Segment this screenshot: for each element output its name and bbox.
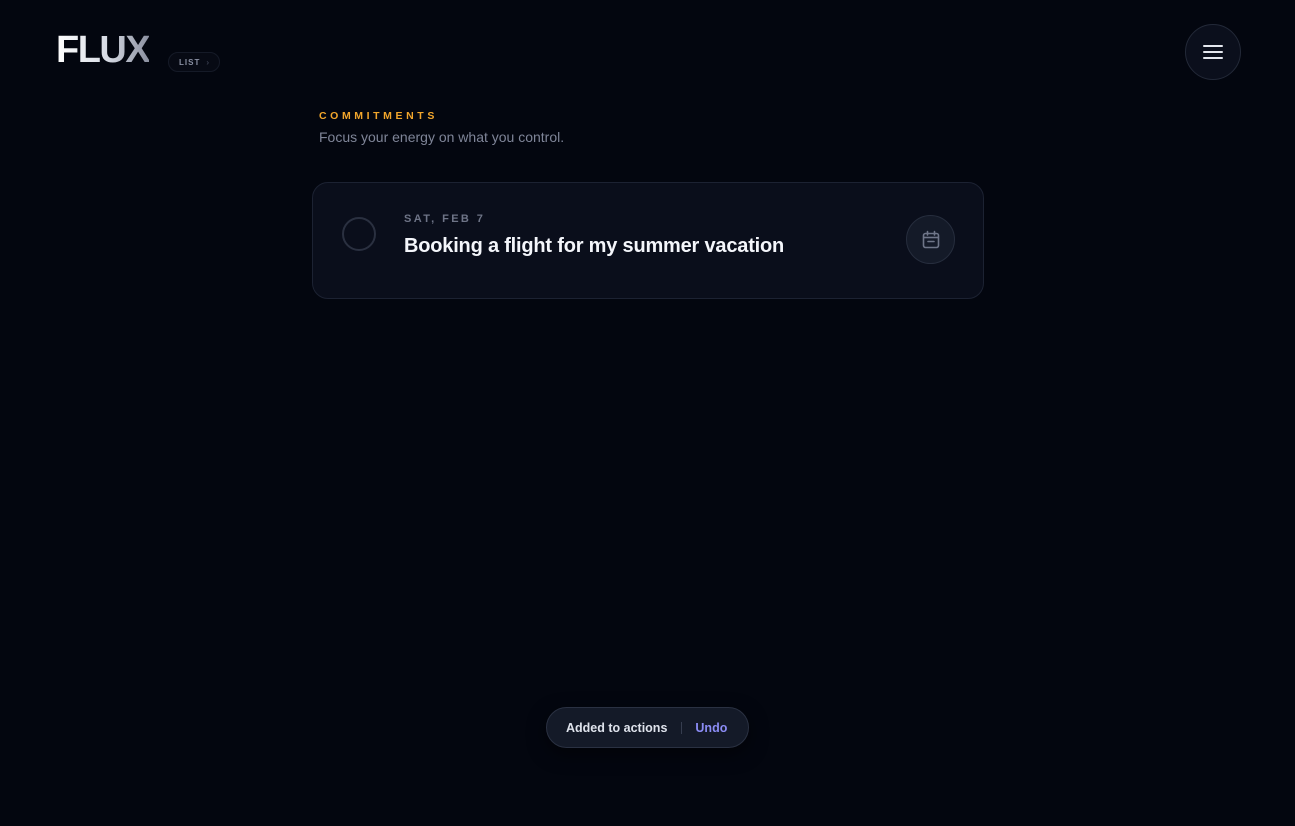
app-logo-text: FLUX [56,29,151,71]
view-toggle-label: LIST [179,57,201,67]
toast-message: Added to actions [566,720,668,735]
view-toggle-button[interactable]: LIST › [168,52,221,72]
commitment-card[interactable]: SAT, FEB 7 Booking a flight for my summe… [312,182,984,299]
hamburger-menu-icon [1203,45,1223,59]
undo-button[interactable]: Undo [695,721,727,735]
section-label: COMMITMENTS [319,110,438,122]
section-subtitle: Focus your energy on what you control. [319,129,565,145]
chevron-right-icon: › [206,57,210,67]
toast-divider [681,721,683,734]
calendar-icon [922,230,939,248]
toast-notification: Added to actions Undo [546,707,749,748]
app-logo[interactable]: FLUX [56,29,151,71]
complete-checkbox[interactable] [342,217,376,251]
schedule-button[interactable] [906,215,955,264]
commitment-date: SAT, FEB 7 [404,213,486,225]
commitment-title: Booking a flight for my summer vacation [404,235,785,257]
menu-button[interactable] [1185,24,1241,80]
